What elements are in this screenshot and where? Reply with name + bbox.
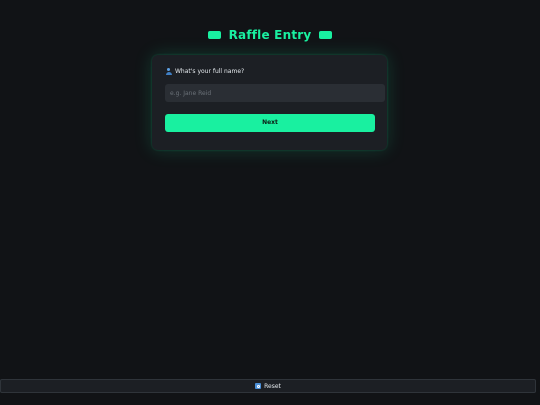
page-title-text: Raffle Entry bbox=[228, 28, 312, 42]
ticket-icon bbox=[208, 30, 222, 39]
reset-button-label: Reset bbox=[264, 382, 281, 390]
reset-button[interactable]: Reset bbox=[0, 379, 536, 393]
page-title: Raffle Entry bbox=[0, 28, 540, 42]
raffle-page: Raffle Entry What's your full name? Next… bbox=[0, 0, 540, 405]
ticket-icon bbox=[318, 30, 332, 39]
reset-icon bbox=[255, 383, 262, 389]
next-button[interactable]: Next bbox=[165, 114, 375, 132]
name-question-label: What's your full name? bbox=[175, 68, 245, 75]
person-icon bbox=[165, 68, 172, 75]
entry-form-card: What's your full name? Next bbox=[152, 55, 387, 150]
full-name-input[interactable] bbox=[165, 84, 385, 102]
name-question: What's your full name? bbox=[165, 68, 244, 75]
